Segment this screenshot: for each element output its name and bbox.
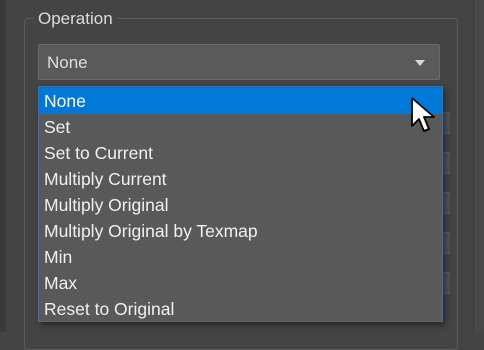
dropdown-option-multiply-original[interactable]: Multiply Original [39, 192, 442, 218]
group-title: Operation [34, 8, 117, 30]
dropdown-option-multiply-original-by-texmap[interactable]: Multiply Original by Texmap [39, 218, 442, 244]
select-value: None [47, 53, 88, 72]
dropdown-option-reset-to-original[interactable]: Reset to Original [39, 296, 442, 322]
dropdown-option-set-to-current[interactable]: Set to Current [39, 140, 442, 166]
chevron-down-icon [415, 60, 425, 66]
mouse-pointer-icon [411, 97, 435, 132]
panel-scrollbar[interactable] [473, 0, 484, 332]
panel-frame-left [0, 0, 6, 332]
dropdown-option-min[interactable]: Min [39, 244, 442, 270]
dropdown-option-multiply-current[interactable]: Multiply Current [39, 166, 442, 192]
dropdown-option-set[interactable]: Set [39, 114, 442, 140]
dropdown-option-max[interactable]: Max [39, 270, 442, 296]
operation-select[interactable]: None [38, 44, 440, 80]
operation-dropdown-list[interactable]: None Set Set to Current Multiply Current… [38, 86, 443, 322]
dropdown-option-none[interactable]: None [39, 88, 442, 114]
